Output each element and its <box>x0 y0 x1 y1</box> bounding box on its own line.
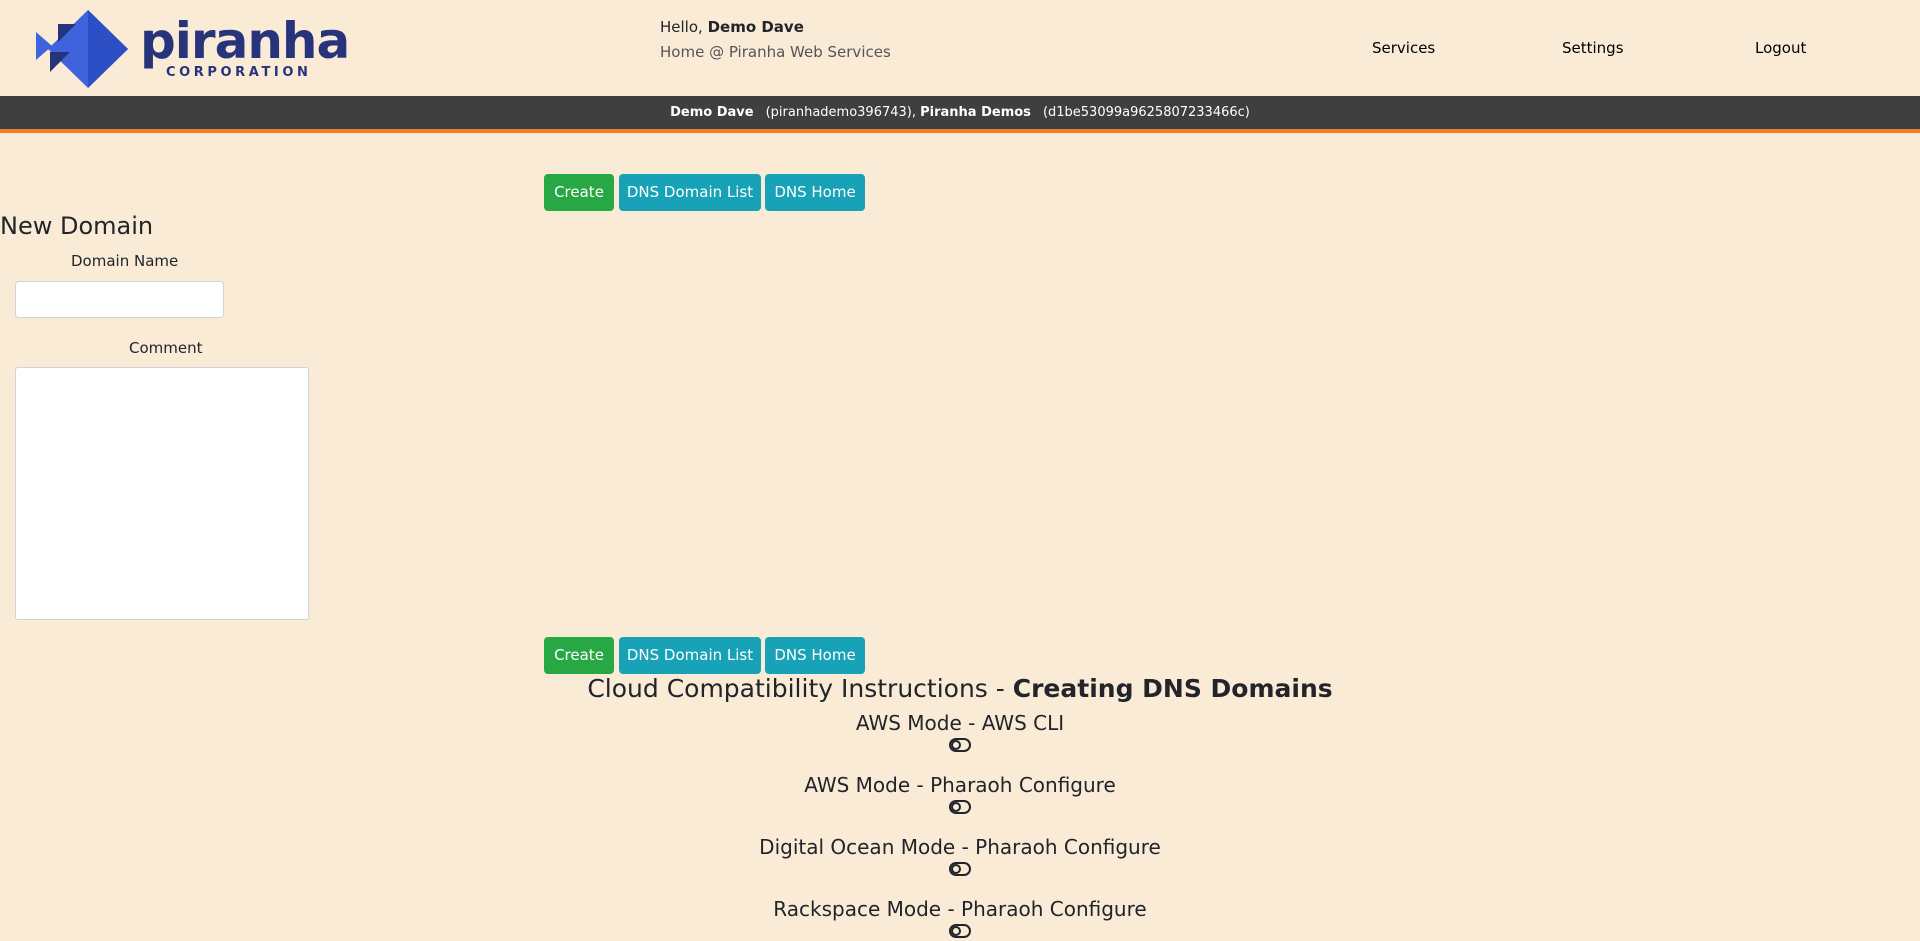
logo-wordmark: piranha <box>140 12 350 70</box>
account-user-id: (piranhademo396743), <box>765 105 916 120</box>
nav-services[interactable]: Services <box>1372 39 1435 57</box>
logo-tagline: CORPORATION <box>166 65 312 80</box>
account-org-name: Piranha Demos <box>920 105 1031 120</box>
greeting-user-name: Demo Dave <box>707 18 804 36</box>
greeting: Hello, Demo Dave <box>660 18 804 36</box>
diamond-logo-icon <box>36 10 128 88</box>
dns-home-button-bottom[interactable]: DNS Home <box>765 637 865 674</box>
instructions-title-prefix: Cloud Compatibility Instructions - <box>587 674 1005 703</box>
account-org-id: (d1be53099a9625807233466c) <box>1042 105 1250 120</box>
create-button-top[interactable]: Create <box>544 174 614 211</box>
toggle-rackspace-pharaoh-icon[interactable] <box>949 924 971 938</box>
mode-aws-cli-title: AWS Mode - AWS CLI <box>855 711 1065 735</box>
nav-settings[interactable]: Settings <box>1562 39 1624 57</box>
mode-aws-pharaoh-title: AWS Mode - Pharaoh Configure <box>804 773 1116 797</box>
piranha-logo[interactable]: piranha CORPORATION <box>36 10 350 88</box>
toggle-digitalocean-pharaoh-icon[interactable] <box>949 862 971 876</box>
toggle-aws-cli-icon[interactable] <box>949 738 971 752</box>
create-button-bottom[interactable]: Create <box>544 637 614 674</box>
comment-textarea[interactable] <box>15 367 309 620</box>
nav-logout[interactable]: Logout <box>1755 39 1806 57</box>
account-user-name: Demo Dave <box>670 105 754 120</box>
page-title: New Domain <box>0 212 154 240</box>
domain-name-label: Domain Name <box>71 252 179 270</box>
header: piranha CORPORATION Hello, Demo Dave Hom… <box>0 0 1920 96</box>
dns-home-button-top[interactable]: DNS Home <box>765 174 865 211</box>
instructions-title-bold: Creating DNS Domains <box>1012 674 1333 703</box>
dns-domain-list-button-bottom[interactable]: DNS Domain List <box>619 637 761 674</box>
account-bar: Demo Dave (piranhademo396743), Piranha De… <box>0 96 1920 133</box>
mode-rackspace-pharaoh-title: Rackspace Mode - Pharaoh Configure <box>773 897 1147 921</box>
dns-domain-list-button-top[interactable]: DNS Domain List <box>619 174 761 211</box>
greeting-prefix: Hello, <box>660 18 703 36</box>
mode-digitalocean-pharaoh-title: Digital Ocean Mode - Pharaoh Configure <box>759 835 1161 859</box>
toggle-aws-pharaoh-icon[interactable] <box>949 800 971 814</box>
comment-label: Comment <box>129 339 203 357</box>
account-info: Demo Dave (piranhademo396743), Piranha De… <box>0 105 1920 120</box>
greeting-subtitle: Home @ Piranha Web Services <box>660 43 891 61</box>
instructions-title: Cloud Compatibility Instructions - Creat… <box>0 674 1920 704</box>
domain-name-input[interactable] <box>15 281 224 318</box>
